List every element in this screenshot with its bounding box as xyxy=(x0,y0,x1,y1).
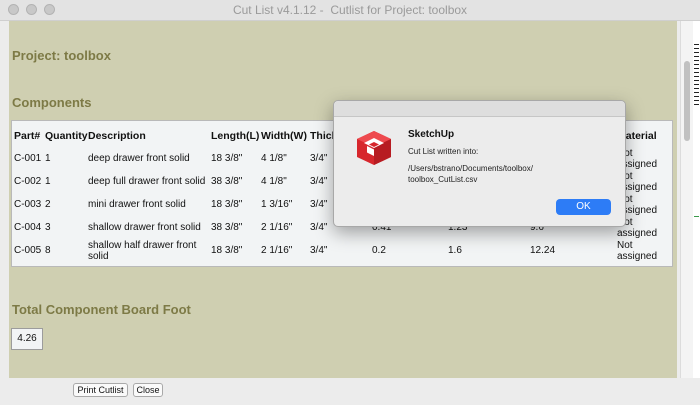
cell-width: 2 1/16" xyxy=(261,222,293,233)
vertical-scrollbar[interactable] xyxy=(680,21,694,378)
cell-material: Not assigned xyxy=(617,239,658,262)
background-line xyxy=(694,44,699,45)
background-line xyxy=(694,100,699,101)
cell-width: 4 1/8" xyxy=(261,176,287,187)
close-button[interactable]: Close xyxy=(133,383,163,397)
dialog-title: SketchUp xyxy=(408,129,455,140)
header-description: Description xyxy=(88,130,146,142)
header-width: Width(W) xyxy=(261,130,307,142)
cell-length: 38 3/8" xyxy=(211,222,243,233)
cell-quantity: 3 xyxy=(45,222,51,233)
dialog-message: Cut List written into: xyxy=(408,147,479,156)
cell-length: 18 3/8" xyxy=(211,245,243,256)
cell-quantity: 1 xyxy=(45,153,51,164)
total-board-foot-value: 4.26 xyxy=(11,328,43,350)
background-line xyxy=(694,72,699,73)
cell-length: 18 3/8" xyxy=(211,153,243,164)
cell-description: mini drawer front solid xyxy=(88,199,186,210)
background-line xyxy=(694,48,699,49)
background-window-edge xyxy=(693,21,700,378)
cell-description: deep drawer front solid xyxy=(88,153,190,164)
window-title: Cut List v4.1.12 - Cutlist for Project: … xyxy=(232,3,468,17)
dialog-file-path-line-1: /Users/bstrano/Documents/toolbox/ xyxy=(408,164,533,173)
background-line xyxy=(694,52,699,53)
background-line xyxy=(694,104,699,105)
cell-part: C-004 xyxy=(14,222,42,233)
cell-width: 1 3/16" xyxy=(261,199,293,210)
background-line xyxy=(694,84,699,85)
components-heading: Components xyxy=(12,95,92,110)
cell-length: 18 3/8" xyxy=(211,199,243,210)
dialog-file-path-line-2: toolbox_CutList.csv xyxy=(408,175,478,184)
window-titlebar: Cut List v4.1.12 - Cutlist for Project: … xyxy=(0,0,700,21)
bottom-button-bar: Print Cutlist Close xyxy=(0,378,700,405)
table-row: C-005 8 shallow half drawer front solid … xyxy=(14,239,671,262)
background-line xyxy=(694,96,699,97)
cell-col-8: 1.6 xyxy=(448,245,462,256)
background-line xyxy=(694,80,699,81)
cell-part: C-002 xyxy=(14,176,42,187)
header-part: Part# xyxy=(14,130,41,142)
background-line xyxy=(694,216,699,217)
cell-part: C-001 xyxy=(14,153,42,164)
ok-button[interactable]: OK xyxy=(556,199,611,215)
cell-description: shallow drawer front solid xyxy=(88,222,201,233)
cell-quantity: 2 xyxy=(45,199,51,210)
background-line xyxy=(694,68,699,69)
cell-part: C-005 xyxy=(14,245,42,256)
background-line xyxy=(694,88,699,89)
cell-thickness: 3/4" xyxy=(310,245,328,256)
scrollbar-thumb[interactable] xyxy=(684,61,690,141)
background-line xyxy=(694,76,699,77)
cell-width: 2 1/16" xyxy=(261,245,293,256)
sketchup-logo-icon xyxy=(354,129,394,167)
background-line xyxy=(694,60,699,61)
project-heading: Project: toolbox xyxy=(12,48,111,63)
header-quantity: Quantity xyxy=(45,130,88,142)
cell-quantity: 8 xyxy=(45,245,51,256)
cell-col-9: 12.24 xyxy=(530,245,556,256)
background-line xyxy=(694,56,699,57)
dialog-titlebar xyxy=(334,101,625,117)
print-cutlist-button[interactable]: Print Cutlist xyxy=(73,383,128,397)
background-line xyxy=(694,92,699,93)
header-length: Length(L) xyxy=(211,130,260,142)
cell-quantity: 1 xyxy=(45,176,51,187)
cell-description: deep full drawer front solid xyxy=(88,176,206,187)
cell-part: C-003 xyxy=(14,199,42,210)
cell-description: shallow half drawer front solid xyxy=(88,239,197,262)
cell-length: 38 3/8" xyxy=(211,176,243,187)
cell-width: 4 1/8" xyxy=(261,153,287,164)
background-line xyxy=(694,64,699,65)
cell-col-7: 0.2 xyxy=(372,245,386,256)
total-board-foot-heading: Total Component Board Foot xyxy=(12,302,191,317)
sketchup-alert-dialog: SketchUp Cut List written into: /Users/b… xyxy=(333,100,626,227)
